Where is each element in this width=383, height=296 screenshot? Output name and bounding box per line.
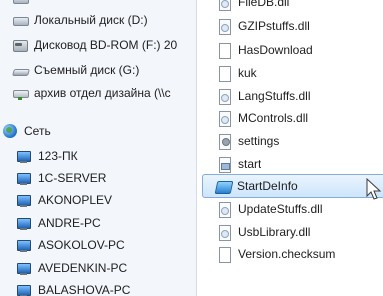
file-name: UpdateStuffs.dll bbox=[238, 202, 323, 216]
file-icon bbox=[216, 246, 232, 263]
file-item[interactable]: kuk bbox=[198, 63, 383, 83]
nav-item-bd-rom-f[interactable]: Дисковод BD-ROM (F:) 20 bbox=[12, 35, 196, 55]
file-name: FileDB.dll bbox=[238, 0, 290, 9]
computer-label: ANDRE-PC bbox=[38, 216, 101, 230]
nav-computer-item[interactable]: BALASHOVA-PC bbox=[16, 280, 196, 296]
file-name: StartDeInfo bbox=[237, 179, 298, 193]
bd-rom-icon bbox=[12, 37, 28, 53]
dll-file-icon bbox=[216, 224, 232, 241]
file-item-selected[interactable]: StartDeInfo bbox=[202, 174, 383, 198]
settings-file-icon bbox=[216, 133, 232, 150]
nav-item-label: Дисковод BD-ROM (F:) 20 bbox=[34, 38, 178, 52]
file-icon bbox=[216, 65, 232, 82]
drive-icon bbox=[12, 12, 29, 28]
dll-file-icon bbox=[216, 18, 232, 35]
navigation-pane: Локальный диск (D:) Дисковод BD-ROM (F:)… bbox=[0, 0, 197, 296]
computer-icon bbox=[16, 215, 32, 231]
file-name: start bbox=[238, 157, 262, 171]
computer-icon bbox=[16, 192, 32, 208]
nav-computer-item[interactable]: ASOKOLOV-PC bbox=[16, 235, 196, 255]
nav-item-label: архив отдел дизайна (\\c bbox=[34, 86, 171, 100]
folder-shortcut-icon bbox=[215, 178, 231, 194]
removable-disk-icon bbox=[12, 62, 28, 78]
file-name: MControls.dll bbox=[238, 111, 309, 125]
nav-computer-item[interactable]: ANDRE-PC bbox=[16, 213, 196, 233]
computer-label: 1C-SERVER bbox=[38, 171, 107, 185]
nav-computer-item[interactable]: AVEDENKIN-PC bbox=[16, 258, 196, 278]
nav-item-label: Съемный диск (G:) bbox=[34, 63, 140, 77]
dll-file-icon bbox=[216, 110, 232, 127]
file-name: GZIPstuffs.dll bbox=[238, 19, 310, 33]
computer-label: BALASHOVA-PC bbox=[38, 283, 131, 296]
file-list: FileDB.dll GZIPstuffs.dll HasDownload ku… bbox=[198, 0, 383, 296]
file-item[interactable]: GZIPstuffs.dll bbox=[198, 16, 383, 36]
nav-computer-item[interactable]: AKONOPLEV bbox=[16, 190, 196, 210]
nav-computer-item[interactable]: 1C-SERVER bbox=[16, 168, 196, 188]
file-icon bbox=[216, 42, 232, 59]
nav-computer-item[interactable]: 123-ПК bbox=[16, 146, 196, 166]
network-icon bbox=[2, 123, 18, 139]
file-item[interactable]: settings bbox=[198, 131, 383, 151]
computer-icon bbox=[16, 260, 32, 276]
file-item[interactable]: start bbox=[198, 154, 383, 174]
mouse-cursor-icon bbox=[366, 178, 382, 200]
file-name: HasDownload bbox=[238, 43, 313, 57]
drive-icon bbox=[12, 0, 29, 6]
file-name: kuk bbox=[238, 66, 257, 80]
file-name: UsbLibrary.dll bbox=[238, 225, 311, 239]
file-name: Version.checksum bbox=[238, 247, 336, 261]
nav-item-local-disk-d[interactable]: Локальный диск (D:) bbox=[12, 10, 196, 30]
dll-file-icon bbox=[216, 201, 232, 218]
file-item[interactable]: MControls.dll bbox=[198, 108, 383, 128]
nav-item-network-share[interactable]: архив отдел дизайна (\\c bbox=[12, 83, 196, 103]
file-item[interactable]: UsbLibrary.dll bbox=[198, 222, 383, 242]
computer-label: ASOKOLOV-PC bbox=[38, 238, 125, 252]
computer-icon bbox=[16, 282, 32, 296]
computer-label: AKONOPLEV bbox=[38, 193, 113, 207]
file-item[interactable]: HasDownload bbox=[198, 40, 383, 60]
file-item[interactable]: Version.checksum bbox=[198, 244, 383, 264]
file-item[interactable]: FileDB.dll bbox=[198, 0, 383, 12]
computer-icon bbox=[16, 237, 32, 253]
nav-item-removable-disk-g[interactable]: Съемный диск (G:) bbox=[12, 60, 196, 80]
file-name: settings bbox=[238, 134, 280, 148]
nav-item-cropped[interactable] bbox=[12, 0, 196, 8]
computer-icon bbox=[16, 170, 32, 186]
nav-item-label: Локальный диск (D:) bbox=[34, 13, 148, 27]
batch-file-icon bbox=[216, 156, 232, 173]
dll-file-icon bbox=[216, 0, 232, 11]
file-item[interactable]: LangStuffs.dll bbox=[198, 86, 383, 106]
nav-item-network[interactable]: Сеть bbox=[2, 121, 196, 141]
computer-label: AVEDENKIN-PC bbox=[38, 261, 128, 275]
computer-label: 123-ПК bbox=[38, 149, 78, 163]
file-name: LangStuffs.dll bbox=[238, 89, 311, 103]
file-item[interactable]: UpdateStuffs.dll bbox=[198, 199, 383, 219]
network-share-icon bbox=[12, 85, 29, 101]
computer-icon bbox=[16, 148, 32, 164]
dll-file-icon bbox=[216, 88, 232, 105]
nav-item-label: Сеть bbox=[24, 124, 51, 138]
